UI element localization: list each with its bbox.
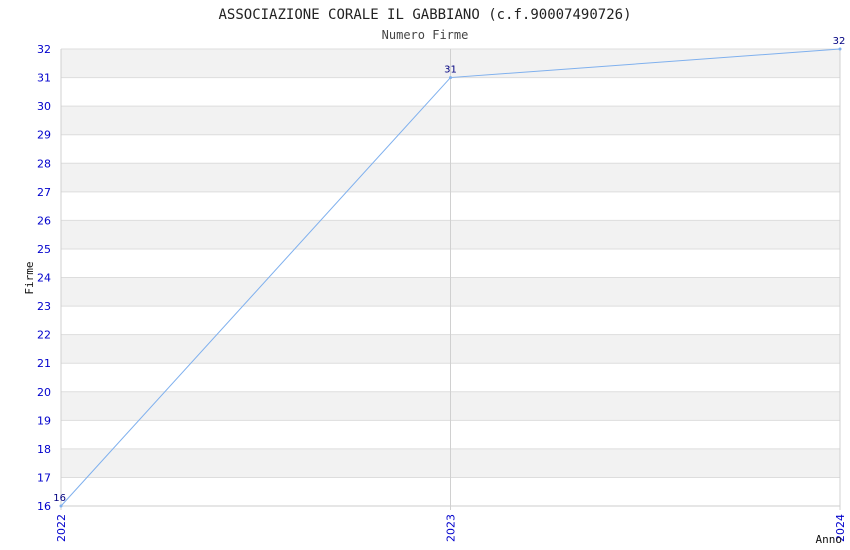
y-axis-ticks: 16 17 18 19 20 21 22 23 24 25 26 27 28 29 30 31 32: [37, 43, 51, 513]
line-chart: ASSOCIAZIONE CORALE IL GABBIANO (c.f.900…: [23, 7, 847, 546]
y-axis-label: Firme: [23, 261, 36, 294]
x-tick-label: 2023: [445, 514, 458, 542]
y-tick-label: 18: [37, 443, 51, 456]
x-tick-label: 2022: [55, 514, 68, 542]
x-axis-label: Anno: [816, 533, 843, 546]
y-tick-label: 16: [37, 500, 51, 513]
y-tick-label: 25: [37, 243, 51, 256]
y-tick-label: 27: [37, 186, 51, 199]
y-tick-label: 31: [37, 72, 51, 85]
y-tick-label: 24: [37, 272, 51, 285]
data-point: [838, 47, 842, 51]
data-label: 31: [444, 65, 457, 76]
data-point: [59, 504, 63, 508]
y-tick-label: 19: [37, 414, 51, 427]
data-point: [449, 76, 452, 80]
y-tick-label: 30: [37, 100, 51, 113]
chart-subtitle: Numero Firme: [382, 28, 469, 42]
y-tick-label: 22: [37, 329, 51, 342]
y-tick-label: 20: [37, 386, 51, 399]
y-tick-label: 32: [37, 43, 51, 56]
y-tick-label: 28: [37, 157, 51, 170]
chart-title: ASSOCIAZIONE CORALE IL GABBIANO (c.f.900…: [218, 7, 631, 23]
data-label: 32: [833, 36, 846, 47]
y-tick-label: 29: [37, 129, 51, 142]
y-tick-label: 23: [37, 300, 51, 313]
data-label: 16: [53, 493, 66, 504]
y-tick-label: 21: [37, 357, 51, 370]
y-tick-label: 17: [37, 471, 51, 484]
y-tick-label: 26: [37, 214, 51, 227]
